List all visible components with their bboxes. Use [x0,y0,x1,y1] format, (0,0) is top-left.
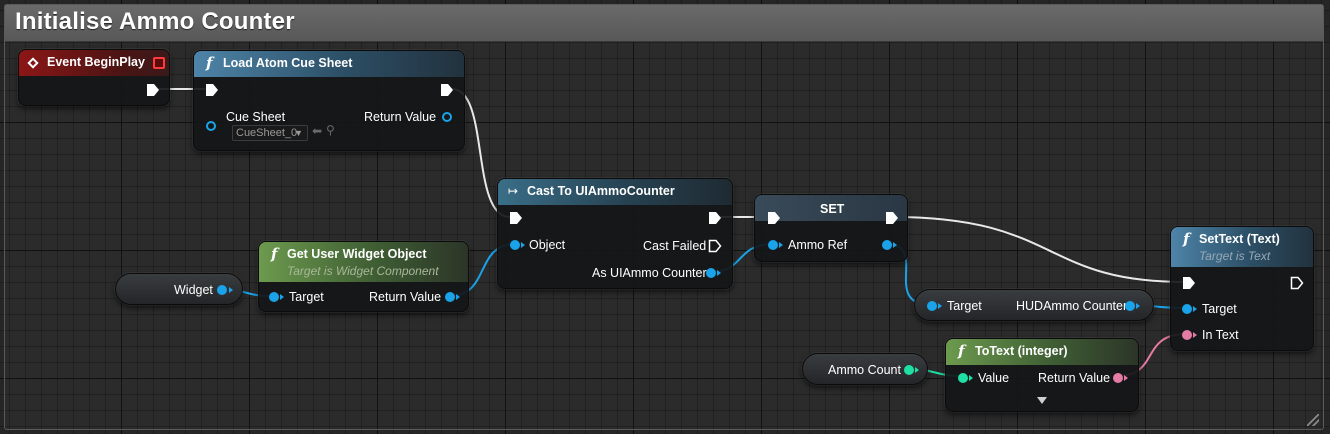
function-icon: f [206,54,213,72]
exec-out-pin[interactable] [146,83,160,97]
comment-title: Initialise Ammo Counter [15,8,295,35]
node-cast-to-uiammocounter[interactable]: ↦ Cast To UIAmmoCounter Object Cast Fail… [497,178,733,289]
pin-arrow-icon [1124,375,1128,381]
hud-variable-label: HUDAmmo Counter [1016,299,1128,313]
hud-out-pin[interactable] [1125,301,1135,311]
return-value-label: Return Value [369,290,442,304]
node-title: ToText (integer) [975,344,1068,358]
object-pin[interactable] [510,240,520,250]
node-header: Event BeginPlay [19,50,169,76]
node-totext-integer[interactable]: f ToText (integer) Value Return Value [945,338,1139,412]
node-title: Cast To UIAmmoCounter [527,184,675,198]
pin-arrow-icon [1136,303,1140,309]
function-icon: f [1183,230,1190,248]
pin-arrow-icon [1193,332,1197,338]
cue-sheet-label: Cue Sheet [226,110,286,124]
target-pin[interactable] [1182,304,1192,314]
exec-out-pin[interactable] [885,211,899,225]
chevron-down-icon: ▼ [294,128,303,138]
node-set-ammo-ref[interactable]: SET Ammo Ref [754,194,908,262]
variable-label: Widget [174,283,213,297]
hud-target-pin[interactable] [927,301,937,311]
ammo-count-out-pin[interactable] [904,365,914,375]
node-header: f Load Atom Cue Sheet [194,51,464,77]
pin-arrow-icon [521,242,525,248]
pin-arrow-icon [893,242,897,248]
node-event-beginplay[interactable]: Event BeginPlay [18,49,170,106]
target-pin[interactable] [269,292,279,302]
pin-arrow-icon [456,294,460,300]
node-subtitle: Target is Widget Component [287,264,439,278]
return-value-pin[interactable] [442,112,452,122]
as-uiammo-counter-pin[interactable] [706,268,716,278]
node-header: f ToText (integer) [946,339,1138,365]
node-title: SET [820,202,845,216]
variable-ammo-count[interactable]: Ammo Count [802,353,928,385]
variable-hudammo-counter[interactable]: Target HUDAmmo Counter [914,289,1154,321]
node-load-atom-cue-sheet[interactable]: f Load Atom Cue Sheet Cue Sheet CueSheet… [193,50,465,151]
node-settext-text[interactable]: f SetText (Text) Target is Text Target I… [1170,226,1314,351]
return-value-pin[interactable] [1113,373,1123,383]
pin-arrow-icon [779,242,783,248]
exec-out-pin[interactable] [440,83,454,97]
pin-arrow-icon [969,375,973,381]
node-header: ↦ Cast To UIAmmoCounter [498,179,732,205]
use-selected-arrow-icon[interactable]: ⬅ [312,124,322,138]
exec-in-pin[interactable] [509,211,523,225]
ammo-ref-out-pin[interactable] [882,240,892,250]
ammo-ref-in-pin[interactable] [768,240,778,250]
node-title: Load Atom Cue Sheet [223,56,353,70]
pin-arrow-icon [229,287,233,293]
in-text-label: In Text [1202,328,1239,342]
expand-arrow-icon[interactable] [1037,397,1047,404]
pin-arrow-icon [915,367,919,373]
pin-arrow-icon [717,270,721,276]
object-label: Object [529,238,566,252]
browse-search-icon[interactable]: ⚲ [326,123,335,137]
target-label: Target [289,290,324,304]
exec-out-pin[interactable] [708,211,722,225]
event-delegate-icon[interactable] [153,57,165,69]
widget-out-pin[interactable] [217,285,227,295]
exec-in-pin[interactable] [1182,276,1196,290]
node-header: f SetText (Text) Target is Text [1171,227,1313,267]
cast-failed-exec-pin[interactable] [708,239,722,253]
node-header: f Get User Widget Object Target is Widge… [259,242,468,282]
variable-widget[interactable]: Widget [115,273,243,305]
node-title: Event BeginPlay [47,55,145,69]
cast-icon: ↦ [508,184,519,198]
node-subtitle: Target is Text [1199,249,1271,263]
hud-target-label: Target [947,299,982,313]
pin-arrow-icon [938,303,942,309]
cue-sheet-value: CueSheet_0 [236,127,298,139]
function-icon: f [271,245,278,263]
exec-in-pin[interactable] [205,83,219,97]
target-label: Target [1202,302,1237,316]
function-icon: f [958,342,965,360]
exec-in-pin[interactable] [767,211,781,225]
comment-header[interactable]: Initialise Ammo Counter [5,5,1323,42]
variable-label: Ammo Count [828,363,901,377]
in-text-pin[interactable] [1182,330,1192,340]
pin-arrow-icon [280,294,284,300]
value-label: Value [978,371,1010,385]
event-diamond-icon [27,57,39,69]
ammo-ref-label: Ammo Ref [788,238,848,252]
pin-arrow-icon [1193,306,1197,312]
return-value-pin[interactable] [445,292,455,302]
return-value-label: Return Value [364,110,437,124]
as-uiammo-counter-label: As UIAmmo Counter [592,266,707,280]
exec-out-pin[interactable] [1290,276,1304,290]
resize-grip-icon[interactable] [1307,414,1319,426]
node-get-user-widget-object[interactable]: f Get User Widget Object Target is Widge… [258,241,469,312]
value-pin[interactable] [958,373,968,383]
return-value-label: Return Value [1038,371,1111,385]
node-title: Get User Widget Object [287,247,427,261]
cue-sheet-pin[interactable] [206,121,216,131]
cue-sheet-dropdown[interactable]: CueSheet_0 ▼ [232,125,308,141]
node-title: SetText (Text) [1199,232,1280,246]
cast-failed-label: Cast Failed [643,239,707,253]
